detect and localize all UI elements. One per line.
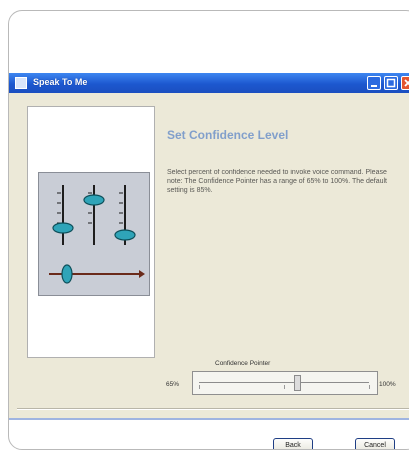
wizard-side-panel: [27, 106, 155, 358]
app-icon: [15, 77, 27, 89]
sliders-icon: [38, 172, 150, 296]
slider-tick: [284, 385, 285, 389]
confidence-pointer-label: Confidence Pointer: [215, 360, 271, 367]
slider-tick: [369, 385, 370, 389]
instructions-text: Select percent of confidence needed to i…: [167, 169, 388, 194]
back-button[interactable]: Back: [273, 438, 313, 449]
title-bar[interactable]: Speak To Me: [9, 73, 409, 93]
slider-max-label: 100%: [379, 381, 396, 388]
window-title: Speak To Me: [33, 77, 88, 87]
close-button[interactable]: [401, 76, 409, 90]
slider-track: [199, 382, 369, 383]
close-icon: [404, 79, 409, 87]
maximize-icon: [386, 78, 396, 88]
divider: [17, 408, 409, 410]
minimize-button[interactable]: [367, 76, 381, 90]
screenshot-frame: Speak To Me Set Confidence Level Select …: [8, 10, 409, 450]
maximize-button[interactable]: [384, 76, 398, 90]
minimize-icon: [371, 85, 377, 87]
confidence-slider[interactable]: [192, 371, 378, 395]
slider-min-label: 65%: [166, 381, 180, 388]
slider-thumb[interactable]: [294, 375, 302, 391]
slider-tick: [199, 385, 200, 389]
page-title: Set Confidence Level: [167, 128, 289, 142]
cancel-button[interactable]: Cancel: [355, 438, 395, 449]
wizard-window: Speak To Me Set Confidence Level Select …: [9, 73, 409, 449]
